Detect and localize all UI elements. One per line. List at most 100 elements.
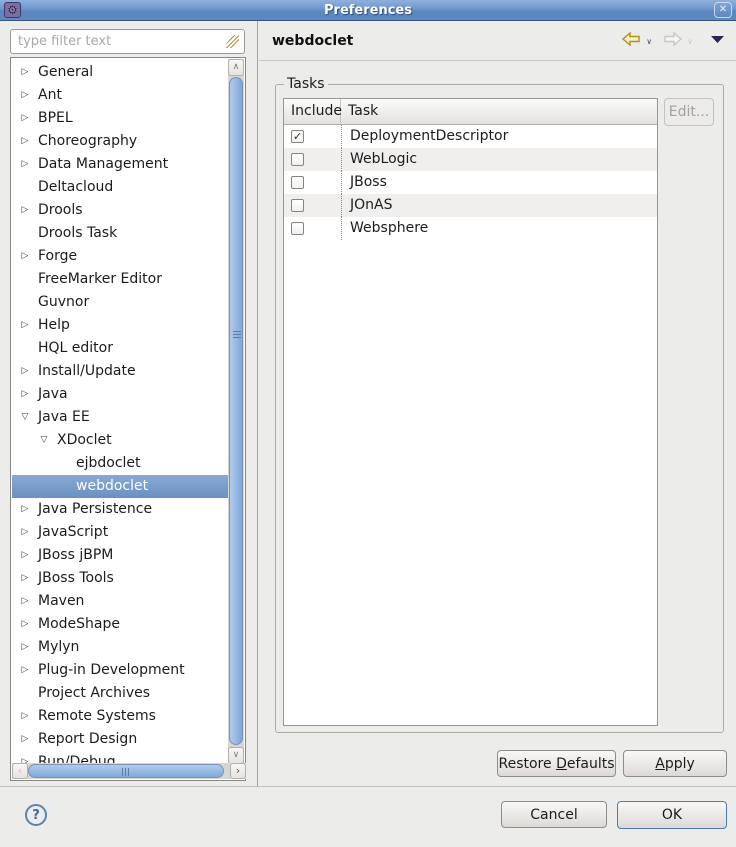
preferences-dialog: ⚙ Preferences ✕ ▷General▷Ant▷BPEL▷Choreo… (0, 0, 736, 847)
expand-icon[interactable]: ▷ (18, 498, 32, 521)
cancel-button[interactable]: Cancel (501, 801, 607, 828)
expand-icon[interactable]: ▷ (18, 61, 32, 84)
tree-item-jboss-tools[interactable]: ▷JBoss Tools (12, 567, 230, 590)
tree-item-label: General (38, 61, 93, 84)
tree-item-jboss-jbpm[interactable]: ▷ JBoss jBPM (12, 544, 230, 567)
table-row[interactable]: WebLogic (284, 148, 657, 171)
footer: ? Cancel OK (0, 786, 736, 847)
expand-icon[interactable]: ▷ (18, 659, 32, 682)
tree-item-project-archives[interactable]: Project Archives (12, 682, 230, 705)
tree-item-help[interactable]: ▷Help (12, 314, 230, 337)
tree-item-javascript[interactable]: ▷JavaScript (12, 521, 230, 544)
tree-item-label: JBoss jBPM (38, 544, 113, 567)
tree-item-forge[interactable]: ▷Forge (12, 245, 230, 268)
view-menu-icon[interactable] (711, 35, 724, 43)
tree-item-modeshape[interactable]: ▷ModeShape (12, 613, 230, 636)
expand-icon[interactable]: ▷ (18, 544, 32, 567)
expand-icon[interactable]: ▷ (18, 84, 32, 107)
back-dropdown-icon[interactable]: ∨ (646, 37, 652, 46)
table-row[interactable]: JBoss (284, 171, 657, 194)
expand-icon[interactable]: ▷ (18, 199, 32, 222)
tree-item-drools-task[interactable]: Drools Task (12, 222, 230, 245)
tree-item-report-design[interactable]: ▷Report Design (12, 728, 230, 751)
help-icon[interactable]: ? (25, 804, 47, 826)
table-row[interactable]: JOnAS (284, 194, 657, 217)
restore-defaults-button[interactable]: Restore Defaults (497, 750, 616, 777)
tree-item-guvnor[interactable]: Guvnor (12, 291, 230, 314)
checkbox-unchecked[interactable] (291, 176, 304, 189)
table-row[interactable]: Websphere (284, 217, 657, 240)
tree-item-java-persistence[interactable]: ▷Java Persistence (12, 498, 230, 521)
tree-item-deltacloud[interactable]: Deltacloud (12, 176, 230, 199)
collapse-icon[interactable]: ▽ (18, 406, 32, 429)
tree-item-choreography[interactable]: ▷ Choreography (12, 130, 230, 153)
checkbox-unchecked[interactable] (291, 153, 304, 166)
expand-icon[interactable]: ▷ (18, 728, 32, 751)
expand-icon[interactable]: ▷ (18, 705, 32, 728)
collapse-icon[interactable]: ▽ (37, 429, 51, 452)
tree-item-plug-in-development[interactable]: ▷Plug-in Development (12, 659, 230, 682)
tree-item-ant[interactable]: ▷Ant (12, 84, 230, 107)
filter-input[interactable] (10, 29, 245, 54)
forward-dropdown-icon[interactable]: ∨ (687, 37, 693, 46)
table-row[interactable]: ✓DeploymentDescriptor (284, 125, 657, 148)
tree-item-remote-systems[interactable]: ▷Remote Systems (12, 705, 230, 728)
tree-item-freemarker-editor[interactable]: FreeMarker Editor (12, 268, 230, 291)
tree-item-mylyn[interactable]: ▷Mylyn (12, 636, 230, 659)
expand-icon[interactable]: ▷ (18, 360, 32, 383)
tree-item-xdoclet[interactable]: ▽XDoclet (12, 429, 230, 452)
scroll-down-icon[interactable]: ∨ (228, 747, 244, 764)
expand-icon[interactable]: ▷ (18, 521, 32, 544)
column-header-task[interactable]: Task (341, 99, 657, 124)
tree-item-label: Deltacloud (38, 176, 113, 199)
tree-item-data-management[interactable]: ▷Data Management (12, 153, 230, 176)
edit-button[interactable]: Edit... (664, 98, 714, 126)
expand-icon[interactable]: ▷ (18, 314, 32, 337)
label-accel: A (655, 756, 665, 772)
filter-wrap (10, 29, 245, 54)
tree-item-label: Choreography (38, 130, 137, 153)
horizontal-scrollbar-thumb[interactable] (28, 764, 224, 778)
tree-item-general[interactable]: ▷ General (12, 61, 230, 84)
close-icon[interactable]: ✕ (714, 2, 732, 18)
column-header-include[interactable]: Include (284, 99, 341, 124)
vertical-scrollbar[interactable]: ∧ ∨ (228, 59, 244, 764)
table-area: Include Task ✓DeploymentDescriptorWebLog… (283, 98, 716, 726)
expand-icon[interactable]: ▷ (18, 153, 32, 176)
vertical-scrollbar-thumb[interactable] (229, 77, 243, 745)
task-table: Include Task ✓DeploymentDescriptorWebLog… (283, 98, 658, 726)
expand-icon[interactable]: ▷ (18, 567, 32, 590)
expand-icon[interactable]: ▷ (18, 636, 32, 659)
forward-icon[interactable] (662, 31, 683, 47)
tasks-group-label: Tasks (284, 76, 328, 92)
expand-icon[interactable]: ▷ (18, 245, 32, 268)
horizontal-scrollbar[interactable]: ‹ › (12, 763, 246, 779)
ok-button[interactable]: OK (617, 801, 727, 829)
expand-icon[interactable]: ▷ (18, 130, 32, 153)
scroll-left-icon[interactable]: ‹ (12, 763, 28, 779)
tree-item-label: Drools (38, 199, 83, 222)
checkbox-unchecked[interactable] (291, 222, 304, 235)
expand-icon[interactable]: ▷ (18, 107, 32, 130)
apply-button[interactable]: Apply (623, 750, 727, 777)
scroll-up-icon[interactable]: ∧ (228, 59, 244, 76)
gear-icon: ⚙ (4, 2, 21, 18)
tree-item-java-ee[interactable]: ▽Java EE (12, 406, 230, 429)
tree-item-install-update[interactable]: ▷Install/Update (12, 360, 230, 383)
tree-item-webdoclet[interactable]: webdoclet (12, 475, 230, 498)
tree-item-hql-editor[interactable]: HQL editor (12, 337, 230, 360)
tree-item-drools[interactable]: ▷ Drools (12, 199, 230, 222)
tree-item-label: FreeMarker Editor (38, 268, 162, 291)
scroll-right-icon[interactable]: › (230, 763, 246, 779)
tree-item-maven[interactable]: ▷Maven (12, 590, 230, 613)
checkbox-checked[interactable]: ✓ (291, 130, 304, 143)
title-bar[interactable]: ⚙ Preferences ✕ (0, 0, 736, 21)
expand-icon[interactable]: ▷ (18, 590, 32, 613)
expand-icon[interactable]: ▷ (18, 383, 32, 406)
back-icon[interactable] (621, 31, 642, 47)
expand-icon[interactable]: ▷ (18, 613, 32, 636)
checkbox-unchecked[interactable] (291, 199, 304, 212)
tree-item-bpel[interactable]: ▷BPEL (12, 107, 230, 130)
tree-item-ejbdoclet[interactable]: ejbdoclet (12, 452, 230, 475)
tree-item-java[interactable]: ▷Java (12, 383, 230, 406)
